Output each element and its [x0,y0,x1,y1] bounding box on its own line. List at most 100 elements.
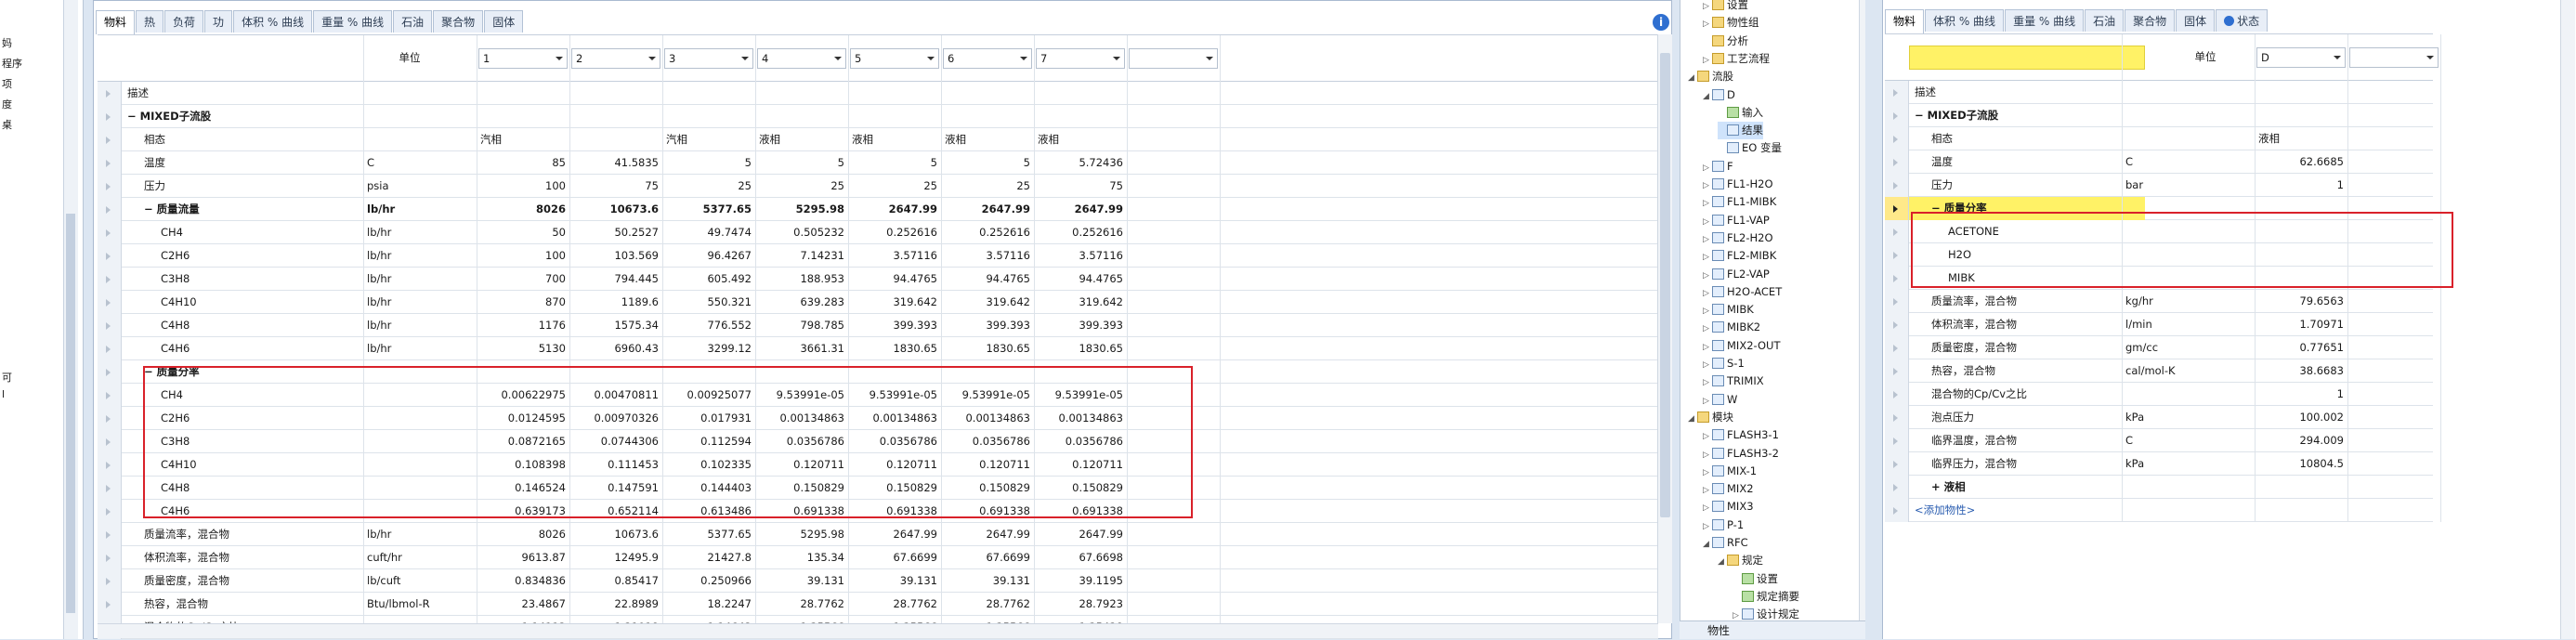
expand-toggle-icon[interactable]: ▷ [1703,303,1712,320]
tree-item[interactable]: ◢ 规定 [1718,552,1763,569]
row-header[interactable] [98,314,122,337]
stream-column-select[interactable]: 1 [478,48,568,69]
value-cell[interactable]: 液相 [759,128,844,151]
value-cell[interactable]: 399.393 [945,314,1030,337]
tree-item[interactable]: ▷ FLASH3-2 [1703,445,1779,463]
value-cell[interactable]: 1 [2258,383,2344,406]
expand-toggle-icon[interactable]: ▷ [1703,214,1712,231]
value-cell[interactable]: 870 [480,291,566,314]
tree-item[interactable]: ▷ FL1-H2O [1703,176,1773,193]
value-cell[interactable]: 0.77651 [2258,336,2344,359]
table-row[interactable]: 描述 [1885,81,2433,104]
expand-toggle-icon[interactable]: ▷ [1703,374,1712,392]
table-row[interactable]: 临界温度，混合物 C 294.009 [1885,429,2433,452]
expand-toggle-icon[interactable]: ▷ [1703,447,1712,464]
right-vertical-scrollbar[interactable] [2560,0,2575,639]
value-cell[interactable] [480,105,566,128]
row-header[interactable] [98,407,122,430]
table-row[interactable]: + 液相 [1885,476,2433,499]
expand-toggle-icon[interactable]: ◢ [1703,88,1712,106]
expand-toggle-icon[interactable]: ▷ [1703,339,1712,357]
tree-item[interactable]: ▷ F [1703,158,1733,176]
stub-item[interactable]: 妈 [2,35,12,50]
row-header[interactable] [1885,127,1909,150]
table-row[interactable]: 压力 psia 100 75 25 25 25 25 75 [98,175,1658,198]
right-tab[interactable]: 聚合物 [2125,9,2176,32]
row-header[interactable] [98,430,122,453]
expand-toggle-icon[interactable]: ▷ [1703,518,1712,536]
stream-column-select[interactable] [1129,48,1218,69]
expand-toggle-icon[interactable]: ▷ [1703,500,1712,517]
value-cell[interactable]: 5295.98 [759,523,844,546]
row-header[interactable] [1885,150,1909,174]
value-cell[interactable]: 39.131 [852,569,937,593]
value-cell[interactable]: 3.57116 [1038,244,1123,268]
table-row[interactable]: C4H10 lb/hr 870 1189.6 550.321 639.283 319.642… [98,291,1658,314]
value-cell[interactable]: 1 [2258,174,2344,197]
row-header[interactable] [98,477,122,500]
value-cell[interactable]: 605.492 [666,268,752,291]
value-cell[interactable] [573,82,659,105]
value-cell[interactable]: 1575.34 [573,314,659,337]
right-tab[interactable]: 状态 [2216,9,2269,32]
value-cell[interactable]: 39.1195 [1038,569,1123,593]
expand-toggle-icon[interactable]: ▷ [1703,231,1712,249]
value-cell[interactable]: 319.642 [945,291,1030,314]
tree-item[interactable]: 设置 [1733,570,1778,588]
row-header[interactable] [98,360,122,384]
expand-toggle-icon[interactable]: ◢ [1688,411,1697,428]
row-header[interactable] [1885,243,1909,267]
row-header[interactable] [98,291,122,314]
expand-toggle-icon[interactable]: ▷ [1703,177,1712,195]
left-tab[interactable]: 负荷 [164,10,204,33]
value-cell[interactable]: 0.252616 [852,221,937,244]
value-cell[interactable]: 1830.65 [945,337,1030,360]
stream-column-select[interactable]: 5 [850,48,939,69]
value-cell[interactable]: 96.4267 [666,244,752,268]
tree-item[interactable]: ▷ MIX3 [1703,498,1754,516]
value-cell[interactable]: 794.445 [573,268,659,291]
chevron-down-icon[interactable] [2426,56,2434,59]
row-header[interactable] [98,268,122,291]
value-cell[interactable]: 1830.65 [852,337,937,360]
stream-column-select[interactable]: 6 [943,48,1032,69]
stub-item[interactable]: 桌 [2,117,12,132]
right-tab[interactable]: 重量 % 曲线 [2005,9,2085,32]
table-row[interactable]: − MIXED子流股 [1885,104,2433,127]
expand-toggle-icon[interactable]: ▷ [1703,195,1712,213]
tree-status-label[interactable]: 物性 [1707,624,1730,637]
value-cell[interactable]: 5 [759,151,844,175]
value-cell[interactable]: 79.6563 [2258,290,2344,313]
left-tab[interactable]: 固体 [484,10,524,33]
row-header[interactable] [98,175,122,198]
value-cell[interactable]: 62.6685 [2258,150,2344,174]
expand-toggle-icon[interactable]: ▷ [1703,16,1712,33]
table-row[interactable]: 热容，混合物 Btu/lbmol-R 23.4867 22.8989 18.2247 28… [98,593,1658,616]
tree-item[interactable]: 规定摘要 [1733,588,1799,606]
value-cell[interactable]: 67.6699 [945,546,1030,569]
value-cell[interactable] [759,82,844,105]
row-header[interactable] [98,198,122,221]
value-cell[interactable]: 28.7762 [759,593,844,616]
row-header[interactable] [1885,336,1909,359]
stub-item[interactable]: l [2,388,5,400]
tree-item[interactable]: ▷ H2O-ACET [1703,283,1782,301]
table-row[interactable]: 质量流率，混合物 lb/hr 8026 10673.6 5377.65 5295.98 26… [98,523,1658,546]
tree-item[interactable]: ▷ FL1-VAP [1703,212,1770,229]
table-row[interactable]: CH4 lb/hr 50 50.2527 49.7474 0.505232 0.252616… [98,221,1658,244]
tree-item[interactable]: EO 变量 [1718,139,1782,157]
value-cell[interactable]: 5130 [480,337,566,360]
value-cell[interactable]: 1176 [480,314,566,337]
tree-item[interactable]: ◢ 流股 [1688,68,1733,85]
value-cell[interactable] [2258,104,2344,127]
value-cell[interactable]: 798.785 [759,314,844,337]
value-cell[interactable]: 67.6699 [852,546,937,569]
row-header[interactable] [98,244,122,268]
row-header[interactable] [1885,267,1909,290]
table-row[interactable]: 质量密度，混合物 lb/cuft 0.834836 0.85417 0.250966 39… [98,569,1658,593]
value-cell[interactable]: 5377.65 [666,523,752,546]
tree-item[interactable]: ▷ 设置 [1703,0,1748,14]
value-cell[interactable]: 49.7474 [666,221,752,244]
value-cell[interactable] [1038,82,1123,105]
value-cell[interactable]: 639.283 [759,291,844,314]
